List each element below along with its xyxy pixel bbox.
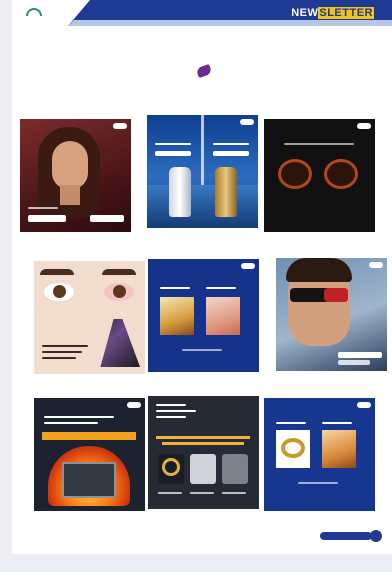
- caption-line: [206, 287, 236, 289]
- caption-box: [28, 215, 66, 222]
- caption-line: [190, 492, 214, 494]
- caption-box: [155, 151, 191, 156]
- logo-arc-icon: [26, 8, 42, 16]
- paintbrush-icon: [195, 64, 212, 79]
- caption-box: [90, 215, 124, 222]
- page-number: [370, 530, 382, 542]
- caption-line: [156, 410, 196, 412]
- caption-line: [322, 422, 352, 424]
- ring-icon: [162, 458, 180, 476]
- post-logo-badge: [357, 402, 371, 408]
- social-post-sunglasses-model: [276, 258, 387, 371]
- caption-line: [213, 143, 249, 145]
- social-post-gold-bangle: [264, 398, 375, 511]
- eyebrow-right: [102, 269, 136, 275]
- post-logo-badge: [240, 119, 254, 125]
- red-lens: [324, 288, 348, 302]
- caption-line: [44, 416, 114, 418]
- caption-line: [42, 357, 76, 359]
- caption-line: [155, 143, 191, 145]
- caption-line: [158, 492, 182, 494]
- makeup-brushes-image: [100, 319, 140, 367]
- food-photo: [160, 297, 194, 335]
- caption-line: [182, 349, 222, 351]
- post-logo-badge: [127, 402, 141, 408]
- iris-left: [53, 285, 66, 298]
- portrait-face: [52, 141, 88, 189]
- glasses-lens-right: [324, 159, 358, 189]
- post-logo-badge: [357, 123, 371, 129]
- newsletter-title-prefix: NEW: [291, 7, 319, 19]
- split-divider: [201, 115, 204, 185]
- caption-line: [156, 416, 186, 418]
- caption-line: [160, 287, 190, 289]
- caption-line: [284, 143, 354, 145]
- newsletter-title-highlight: SLETTER: [318, 7, 374, 19]
- side-vertical-text: [382, 362, 390, 572]
- tip-photo: [190, 454, 216, 484]
- caption-line: [42, 345, 88, 347]
- header-accent-stripe: [68, 20, 392, 26]
- tip-photo: [222, 454, 248, 484]
- caption-box: [213, 151, 249, 156]
- gold-bottle-image: [215, 167, 237, 217]
- social-post-food-photos: [148, 259, 259, 372]
- section-title: [12, 62, 392, 79]
- post-logo-badge: [369, 262, 383, 268]
- social-post-model-portrait: [20, 119, 131, 232]
- caption-line: [28, 207, 58, 209]
- caption-line: [222, 492, 246, 494]
- headline-bar: [42, 432, 136, 440]
- caption-line: [42, 351, 82, 353]
- eyebrow-left: [40, 269, 74, 275]
- social-post-jewellery-tips: [148, 396, 259, 509]
- silver-bottle-image: [169, 167, 191, 217]
- caption-line: [276, 422, 306, 424]
- gold-bangle-icon: [281, 438, 305, 458]
- footer-pill: [320, 532, 372, 540]
- model-hair: [286, 258, 352, 282]
- caption-line: [156, 404, 186, 406]
- post-logo-badge: [113, 123, 127, 129]
- social-post-fire-oven: [34, 398, 145, 511]
- post-logo-badge: [241, 263, 255, 269]
- caption-box: [338, 352, 382, 358]
- portrait-neck: [60, 185, 80, 205]
- iris-right: [113, 285, 126, 298]
- company-logo: [24, 8, 64, 22]
- social-post-bottles-sea: [147, 115, 258, 228]
- caption-line: [298, 482, 338, 484]
- oven-image: [62, 462, 116, 498]
- social-post-eye-makeup: [34, 261, 145, 374]
- caption-line: [44, 422, 98, 424]
- glasses-lens-left: [278, 159, 312, 189]
- headline-line: [162, 442, 244, 445]
- family-photo: [206, 297, 240, 335]
- newsletter-title: NEWSLETTER: [291, 7, 374, 19]
- caption-box: [338, 360, 370, 365]
- sea-background: [147, 185, 258, 228]
- headline-line: [156, 436, 250, 439]
- food-photo: [322, 430, 356, 468]
- social-post-eyeglasses: [264, 119, 375, 232]
